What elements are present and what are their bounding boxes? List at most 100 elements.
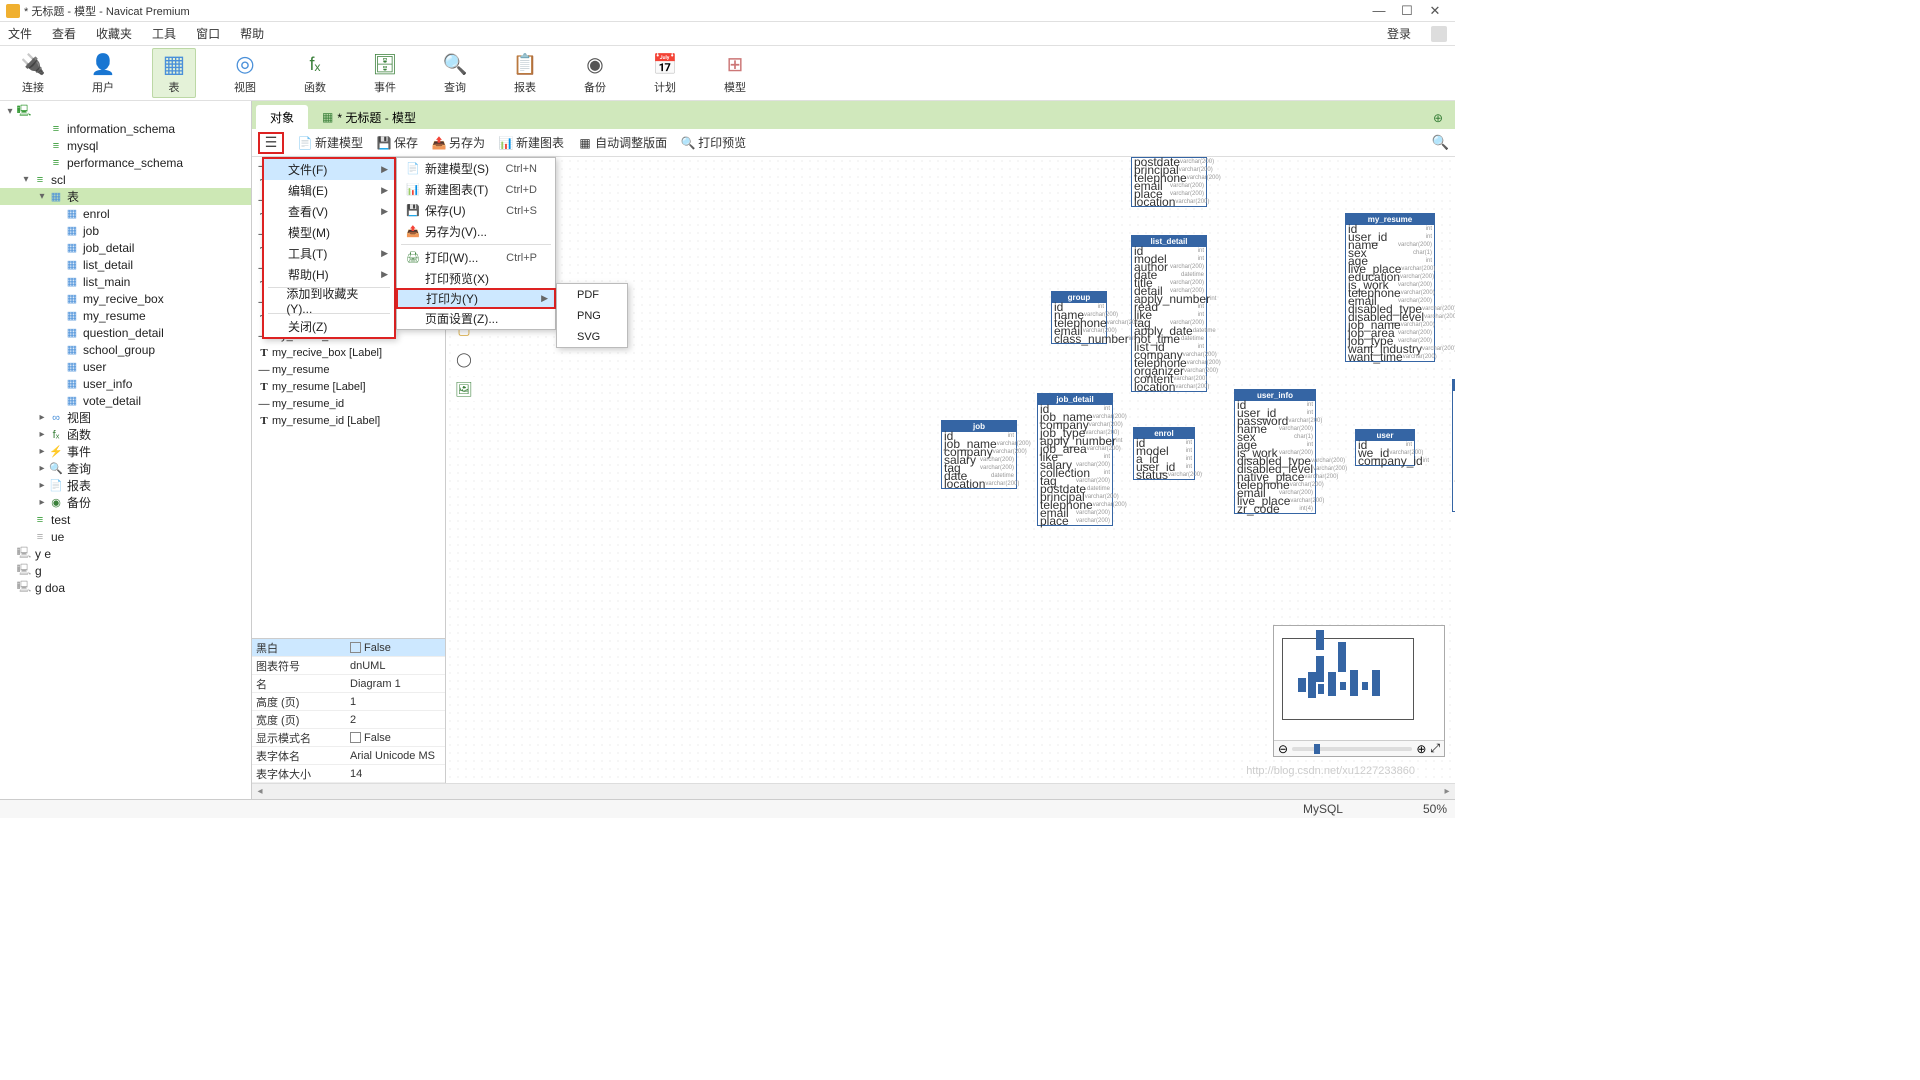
tree-node[interactable]: ≡ ue bbox=[0, 528, 251, 545]
connection-tree[interactable]: ▾🖳≡information_schema≡mysql≡performance_… bbox=[0, 101, 251, 799]
avatar-icon[interactable] bbox=[1431, 26, 1447, 42]
tree-node[interactable]: ▦vote_detail bbox=[0, 392, 251, 409]
erd-table-my_recive_box[interactable]: my_recive_boxidintcompany_idintcompanyva… bbox=[1452, 379, 1455, 512]
tree-node[interactable]: ▸🔍查询 bbox=[0, 460, 251, 477]
ctx1-item[interactable]: 文件(F)▶ bbox=[264, 159, 394, 180]
minimap[interactable]: ⊖ ⊕ ⤢ bbox=[1273, 625, 1445, 757]
tree-node[interactable]: ▦user_info bbox=[0, 375, 251, 392]
menu-window[interactable]: 窗口 bbox=[196, 25, 220, 42]
maximize-button[interactable]: ☐ bbox=[1393, 3, 1421, 19]
close-button[interactable]: ✕ bbox=[1421, 3, 1449, 19]
horizontal-scrollbar[interactable]: ◂▸ bbox=[252, 783, 1455, 799]
tree-node[interactable]: ▦my_resume bbox=[0, 307, 251, 324]
object-list-item[interactable]: Tmy_resume [Label] bbox=[252, 378, 445, 395]
toolbar-事件[interactable]: 事件 bbox=[364, 49, 406, 97]
toolbar-查询[interactable]: 查询 bbox=[434, 49, 476, 97]
tree-node[interactable]: 🖳y e bbox=[0, 545, 251, 562]
tree-node[interactable]: ▸fₓ函数 bbox=[0, 426, 251, 443]
tree-node[interactable]: 🖳g bbox=[0, 562, 251, 579]
object-list-item[interactable]: Tmy_recive_box [Label] bbox=[252, 344, 445, 361]
ctx2-item[interactable]: 打印预览(X) bbox=[397, 268, 555, 289]
zoom-in-icon[interactable]: ⊕ bbox=[1416, 742, 1426, 756]
property-row[interactable]: 宽度 (页)2 bbox=[252, 711, 445, 729]
tree-node[interactable]: ≡performance_schema bbox=[0, 154, 251, 171]
ctx1-item[interactable]: 关闭(Z) bbox=[264, 316, 394, 337]
property-row[interactable]: 表字体名Arial Unicode MS bbox=[252, 747, 445, 765]
toolbar-用户[interactable]: 用户 bbox=[82, 49, 124, 97]
object-list-item[interactable]: —my_resume bbox=[252, 361, 445, 378]
ctx3-item-SVG[interactable]: SVG bbox=[557, 326, 627, 347]
menu-tools[interactable]: 工具 bbox=[152, 25, 176, 42]
erd-table-job_detail[interactable]: job_detailidintjob_namevarchar(200)compa… bbox=[1037, 393, 1113, 526]
erd-table-group[interactable]: groupidintnamevarchar(200)telephonevarch… bbox=[1051, 291, 1107, 344]
image-tool-icon[interactable]: 🖼 bbox=[452, 377, 476, 401]
hamburger-menu-button[interactable]: ☰ bbox=[258, 132, 284, 154]
zoom-fit-icon[interactable]: ⤢ bbox=[1430, 741, 1440, 756]
subbar-新建模型[interactable]: 📄新建模型 bbox=[298, 134, 363, 151]
shape-tool-icon[interactable]: ◯ bbox=[452, 347, 476, 371]
tree-node[interactable]: ▦question_detail bbox=[0, 324, 251, 341]
toolbar-模型[interactable]: 模型 bbox=[714, 49, 756, 97]
property-row[interactable]: 黑白 False bbox=[252, 639, 445, 657]
erd-table-my_resume[interactable]: my_resumeidintuser_idintnamevarchar(200)… bbox=[1345, 213, 1435, 362]
subbar-另存为[interactable]: 📤另存为 bbox=[432, 134, 485, 151]
ctx3-item-PNG[interactable]: PNG bbox=[557, 305, 627, 326]
ctx1-item[interactable]: 查看(V)▶ bbox=[264, 201, 394, 222]
object-list-item[interactable]: —my_resume_id bbox=[252, 395, 445, 412]
tree-node[interactable]: ▦job_detail bbox=[0, 239, 251, 256]
ctx3-item-PDF[interactable]: PDF bbox=[557, 284, 627, 305]
erd-table-list_detail[interactable]: list_detailidintmodelintauthorvarchar(20… bbox=[1131, 235, 1207, 392]
toolbar-函数[interactable]: 函数 bbox=[294, 49, 336, 97]
ctx1-item[interactable]: 模型(M) bbox=[264, 222, 394, 243]
ctx2-item[interactable]: 打印为(Y)▶ bbox=[396, 288, 556, 309]
property-row[interactable]: 表字体大小14 bbox=[252, 765, 445, 783]
toolbar-备份[interactable]: 备份 bbox=[574, 49, 616, 97]
zoom-slider[interactable] bbox=[1292, 747, 1412, 751]
minimize-button[interactable]: — bbox=[1365, 3, 1393, 18]
ctx2-item[interactable]: 页面设置(Z)... bbox=[397, 308, 555, 329]
menu-file[interactable]: 文件 bbox=[8, 25, 32, 42]
erd-table-user[interactable]: useridintwe_idvarchar(200)company_idint bbox=[1355, 429, 1415, 466]
tree-node[interactable]: ▸⚡事件 bbox=[0, 443, 251, 460]
ctx1-item[interactable]: 添加到收藏夹(Y)... bbox=[264, 290, 394, 311]
tree-node[interactable]: ▾🖳 bbox=[0, 103, 251, 120]
toolbar-连接[interactable]: 连接 bbox=[12, 49, 54, 97]
toolbar-表[interactable]: 表 bbox=[152, 48, 196, 98]
tree-node[interactable]: ▦job bbox=[0, 222, 251, 239]
tree-node[interactable]: ≡test bbox=[0, 511, 251, 528]
menu-help[interactable]: 帮助 bbox=[240, 25, 264, 42]
zoom-out-icon[interactable]: ⊖ bbox=[1278, 742, 1288, 756]
tree-node[interactable]: ▸📄报表 bbox=[0, 477, 251, 494]
tree-node[interactable]: ▦user bbox=[0, 358, 251, 375]
ctx2-item[interactable]: 💾保存(U)Ctrl+S bbox=[397, 200, 555, 221]
ctx1-item[interactable]: 工具(T)▶ bbox=[264, 243, 394, 264]
property-row[interactable]: 名Diagram 1 bbox=[252, 675, 445, 693]
subbar-新建图表[interactable]: 📊新建图表 bbox=[499, 134, 564, 151]
ctx2-item[interactable]: 📊新建图表(T)Ctrl+D bbox=[397, 179, 555, 200]
tree-node[interactable]: 🖳g doa bbox=[0, 579, 251, 596]
property-row[interactable]: 图表符号dnUML bbox=[252, 657, 445, 675]
toolbar-计划[interactable]: 计划 bbox=[644, 49, 686, 97]
ctx1-item[interactable]: 编辑(E)▶ bbox=[264, 180, 394, 201]
ctx2-item[interactable]: 📄新建模型(S)Ctrl+N bbox=[397, 158, 555, 179]
tree-node[interactable]: ▦enrol bbox=[0, 205, 251, 222]
tree-node[interactable]: ▦my_recive_box bbox=[0, 290, 251, 307]
tab-model[interactable]: ▦* 无标题 - 模型 bbox=[308, 105, 430, 129]
menu-favorites[interactable]: 收藏夹 bbox=[96, 25, 132, 42]
tree-node[interactable]: ▦list_main bbox=[0, 273, 251, 290]
tree-node[interactable]: ▦school_group bbox=[0, 341, 251, 358]
tab-objects[interactable]: 对象 bbox=[256, 105, 308, 129]
object-list-item[interactable]: Tmy_resume_id [Label] bbox=[252, 412, 445, 429]
property-row[interactable]: 显示模式名 False bbox=[252, 729, 445, 747]
tree-node[interactable]: ▸◉备份 bbox=[0, 494, 251, 511]
ctx2-item[interactable]: 📤另存为(V)... bbox=[397, 221, 555, 242]
search-icon[interactable]: 🔍 bbox=[1432, 134, 1449, 151]
ctx2-item[interactable]: 🖨打印(W)...Ctrl+P bbox=[397, 247, 555, 268]
ctx1-item[interactable]: 帮助(H)▶ bbox=[264, 264, 394, 285]
erd-table-job[interactable]: jobidintjob_namevarchar(200)companyvarch… bbox=[941, 420, 1017, 489]
erd-table-user_info[interactable]: user_infoidintuser_idintpasswordvarchar(… bbox=[1234, 389, 1316, 514]
subbar-保存[interactable]: 💾保存 bbox=[377, 134, 418, 151]
properties-grid[interactable]: 黑白 False图表符号dnUML名Diagram 1高度 (页)1宽度 (页)… bbox=[252, 638, 445, 783]
menu-view[interactable]: 查看 bbox=[52, 25, 76, 42]
toolbar-报表[interactable]: 报表 bbox=[504, 49, 546, 97]
